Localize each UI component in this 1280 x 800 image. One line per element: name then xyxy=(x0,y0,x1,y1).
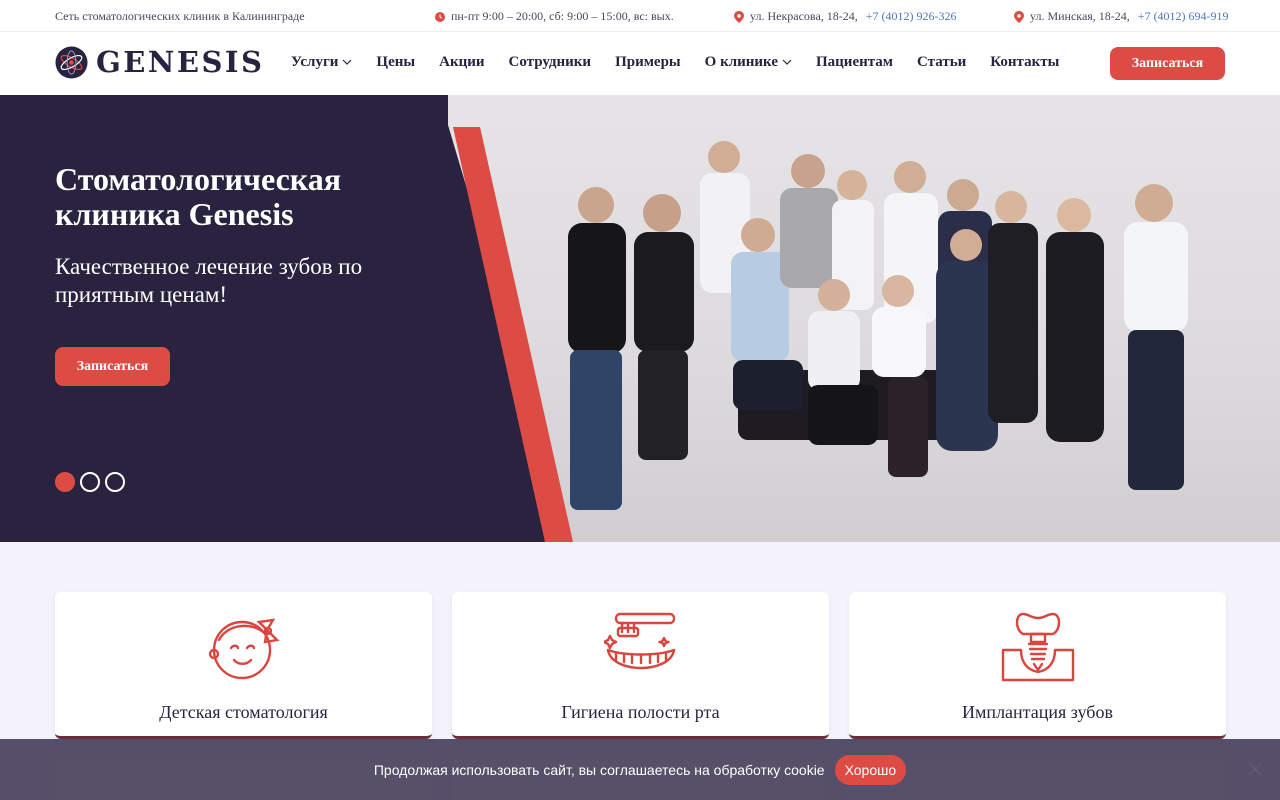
site-header: GENESIS Услуги Цены Акции Сотрудники При… xyxy=(0,32,1280,95)
service-card-hygiene[interactable]: Гигиена полости рта xyxy=(452,592,829,739)
dental-implant-icon xyxy=(1001,612,1075,682)
phone-link[interactable]: +7 (4012) 926-326 xyxy=(866,9,957,24)
nav-item-articles[interactable]: Статьи xyxy=(917,54,966,71)
hero-banner: Стоматологическая клиника Genesis Качест… xyxy=(0,95,1280,542)
hero-book-button[interactable]: Записаться xyxy=(55,347,170,386)
cookie-accept-button[interactable]: Хорошо xyxy=(834,754,907,785)
service-card-children[interactable]: Детская стоматология xyxy=(55,592,432,739)
address-text: ул. Минская, 18-24, xyxy=(1030,9,1130,23)
child-face-icon xyxy=(208,618,280,680)
slider-dot-3[interactable] xyxy=(105,472,125,492)
services-grid: Детская стоматология Гигиена полости рта… xyxy=(55,592,1226,739)
nav-item-contacts[interactable]: Контакты xyxy=(990,54,1059,71)
location-pin-icon xyxy=(1014,10,1024,23)
hero-subtitle: Качественное лечение зубов по приятным ц… xyxy=(55,254,363,307)
hero-title: Стоматологическая клиника Genesis xyxy=(55,161,342,232)
service-title: Гигиена полости рта xyxy=(561,702,720,722)
book-appointment-button[interactable]: Записаться xyxy=(1110,47,1225,80)
nav-label: Услуги xyxy=(291,54,339,70)
nav-item-examples[interactable]: Примеры xyxy=(615,54,681,71)
logo[interactable]: GENESIS xyxy=(55,45,264,79)
chevron-down-icon xyxy=(342,59,352,65)
slider-dot-2[interactable] xyxy=(80,472,100,492)
hours-text: пн-пт 9:00 – 20:00, сб: 9:00 – 15:00, вс… xyxy=(451,9,674,23)
nav-label: Акции xyxy=(439,54,485,70)
nav-item-staff[interactable]: Сотрудники xyxy=(509,54,592,71)
cookie-consent-bar: Продолжая использовать сайт, вы соглашае… xyxy=(0,739,1280,800)
nav-item-promotions[interactable]: Акции xyxy=(439,54,484,71)
top-info-bar: Сеть стоматологических клиник в Калининг… xyxy=(0,0,1280,32)
nav-item-about[interactable]: О клинике xyxy=(705,54,792,71)
nav-label: О клинике xyxy=(704,54,778,70)
cookie-text: Продолжая использовать сайт, вы соглашае… xyxy=(373,761,825,778)
working-hours: пн-пт 9:00 – 20:00, сб: 9:00 – 15:00, вс… xyxy=(435,9,674,24)
main-nav: Услуги Цены Акции Сотрудники Примеры О к… xyxy=(291,54,1059,71)
address-text: ул. Некрасова, 18-24, xyxy=(750,9,858,23)
nav-label: Цены xyxy=(376,54,416,70)
address-minskaya: ул. Минская, 18-24, +7 (4012) 694-919 xyxy=(1014,9,1229,24)
nav-label: Контакты xyxy=(990,54,1060,70)
close-icon[interactable] xyxy=(1247,761,1263,777)
nav-label: Сотрудники xyxy=(508,54,592,70)
toothbrush-teeth-icon xyxy=(604,612,676,670)
slider-dots xyxy=(55,472,125,492)
service-title: Детская стоматология xyxy=(159,702,328,722)
chevron-down-icon xyxy=(782,59,792,65)
slider-dot-1[interactable] xyxy=(55,472,75,492)
tagline: Сеть стоматологических клиник в Калининг… xyxy=(55,9,305,23)
address-nekrasova: ул. Некрасова, 18-24, +7 (4012) 926-326 xyxy=(734,9,957,24)
nav-label: Пациентам xyxy=(816,54,894,70)
nav-item-services[interactable]: Услуги xyxy=(291,54,352,71)
nav-label: Статьи xyxy=(917,54,967,70)
logo-text: GENESIS xyxy=(96,45,265,79)
service-title: Имплантация зубов xyxy=(962,702,1113,722)
clock-icon xyxy=(435,11,445,22)
phone-link[interactable]: +7 (4012) 694-919 xyxy=(1138,9,1229,24)
nav-label: Примеры xyxy=(615,54,681,70)
nav-item-patients[interactable]: Пациентам xyxy=(816,54,893,71)
nav-item-prices[interactable]: Цены xyxy=(376,54,415,71)
location-pin-icon xyxy=(734,10,744,23)
service-card-implants[interactable]: Имплантация зубов xyxy=(849,592,1226,739)
atom-logo-icon xyxy=(55,45,88,79)
